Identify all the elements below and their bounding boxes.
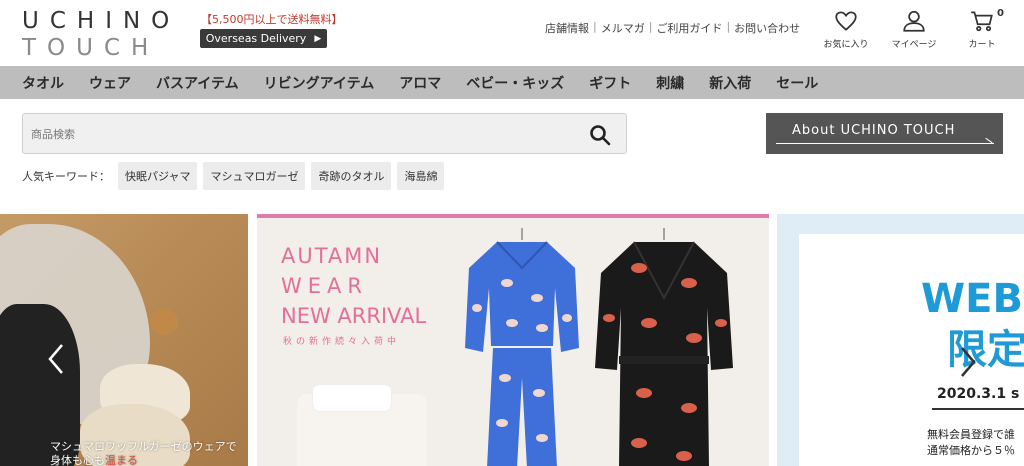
carousel-slide-next[interactable]: WEB会 限定 2020.3.1 s 無料会員登録で誰 通常価格から５％: [777, 214, 1024, 466]
about-label: About UCHINO TOUCH: [792, 123, 956, 138]
popular-keywords: 人気キーワード： 快眠パジャマ マシュマロガーゼ 奇跡のタオル 海島綿: [22, 162, 445, 190]
caption-text: 身体も心も: [50, 454, 105, 466]
overseas-delivery-label: Overseas Delivery: [205, 32, 307, 45]
free-shipping-notice: 【5,500円以上で送料無料】: [201, 13, 343, 26]
promo-date-underline: [932, 408, 1024, 410]
util-link-contact[interactable]: お問い合わせ: [734, 20, 800, 36]
favorites-label: お気に入り: [823, 40, 869, 50]
site-header: UCHINO TOUCH 【5,500円以上で送料無料】 Overseas De…: [0, 0, 1024, 66]
diffuser-image: [150, 309, 178, 335]
logo-text-bottom: TOUCH: [22, 35, 160, 61]
carousel-slide-prev[interactable]: マシュマロワッフルガーゼのウェアで 身体も心も温まる: [0, 214, 248, 466]
cart-button[interactable]: カート 0: [958, 8, 1006, 50]
hero-carousel: マシュマロワッフルガーゼのウェアで 身体も心も温まる AUTAMN WEAR N…: [0, 214, 1024, 466]
nav-item-baby-kids[interactable]: ベビー・キッズ: [466, 73, 564, 93]
blue-pajama-image: [465, 228, 579, 466]
chevron-right-icon[interactable]: [956, 344, 980, 380]
slide-accent-bar: [257, 214, 769, 218]
slide-title-line-1: AUTAMN: [281, 244, 383, 268]
nav-item-bath[interactable]: バスアイテム: [156, 73, 239, 93]
nav-item-gift[interactable]: ギフト: [589, 73, 631, 93]
main-navigation: タオル ウェア バスアイテム リビングアイテム アロマ ベビー・キッズ ギフト …: [0, 66, 1024, 99]
util-link-newsletter[interactable]: メルマガ: [601, 20, 645, 36]
nav-item-aroma[interactable]: アロマ: [399, 73, 441, 93]
promo-date: 2020.3.1 s: [937, 386, 1020, 402]
carousel-slide-active[interactable]: AUTAMN WEAR NEW ARRIVAL 秋の新作続々入荷中: [257, 214, 769, 466]
site-logo[interactable]: UCHINO TOUCH: [22, 8, 192, 62]
slide-title-line-2: WEAR: [281, 274, 368, 298]
keyword-tag[interactable]: マシュマロガーゼ: [203, 162, 306, 190]
promo-title-line-1: WEB会: [921, 276, 1024, 322]
slide-subtitle: 秋の新作続々入荷中: [283, 337, 401, 347]
keyword-tag[interactable]: 快眠パジャマ: [118, 162, 198, 190]
util-link-store-info[interactable]: 店舗情報: [545, 20, 589, 36]
keywords-label: 人気キーワード：: [22, 170, 110, 183]
about-button[interactable]: About UCHINO TOUCH: [766, 113, 1003, 154]
overseas-delivery-button[interactable]: Overseas Delivery ▶: [200, 29, 327, 48]
nav-item-new-arrivals[interactable]: 新入荷: [709, 73, 751, 93]
about-underline: [776, 143, 994, 144]
promo-desc-line-2: 通常価格から５％: [927, 444, 1015, 457]
divider: |: [648, 20, 653, 33]
heart-icon: [835, 11, 857, 31]
promo-desc-line-1: 無料会員登録で誰: [927, 428, 1015, 441]
cart-icon: [971, 11, 993, 32]
cart-count-badge: 0: [997, 8, 1004, 19]
header-icon-group: お気に入り マイページ カート 0: [822, 8, 1006, 50]
search-box: [22, 113, 627, 154]
slide-caption: マシュマロワッフルガーゼのウェアで 身体も心も温まる: [50, 440, 237, 466]
user-icon: [903, 10, 925, 32]
cart-label: カート: [968, 40, 996, 50]
search-input[interactable]: [31, 123, 571, 145]
chevron-left-icon[interactable]: [44, 341, 68, 377]
caption-line-2: 身体も心も温まる: [50, 454, 237, 466]
nav-item-embroidery[interactable]: 刺繍: [656, 73, 684, 93]
nav-item-towel[interactable]: タオル: [22, 73, 64, 93]
towel-image: [312, 384, 392, 412]
divider: |: [726, 20, 731, 33]
mypage-label: マイページ: [891, 40, 937, 50]
black-robe-image: [595, 228, 733, 466]
utility-links: 店舗情報 | メルマガ | ご利用ガイド | お問い合わせ: [545, 20, 800, 36]
caption-highlight: 温まる: [105, 454, 138, 466]
slide-title-line-3: NEW ARRIVAL: [281, 304, 427, 328]
search-icon[interactable]: [588, 123, 612, 147]
keyword-tag[interactable]: 奇跡のタオル: [311, 162, 392, 190]
logo-text-top: UCHINO: [22, 8, 181, 34]
divider: |: [593, 20, 597, 33]
util-link-guide[interactable]: ご利用ガイド: [656, 20, 722, 36]
caption-line-1: マシュマロワッフルガーゼのウェアで: [50, 440, 237, 453]
nav-item-living[interactable]: リビングアイテム: [264, 73, 375, 93]
keyword-tag[interactable]: 海島綿: [397, 162, 445, 190]
mypage-button[interactable]: マイページ: [890, 8, 938, 50]
favorites-button[interactable]: お気に入り: [822, 8, 870, 50]
nav-item-wear[interactable]: ウェア: [89, 73, 131, 93]
nav-item-sale[interactable]: セール: [776, 73, 818, 93]
play-triangle-icon: ▶: [314, 33, 322, 44]
